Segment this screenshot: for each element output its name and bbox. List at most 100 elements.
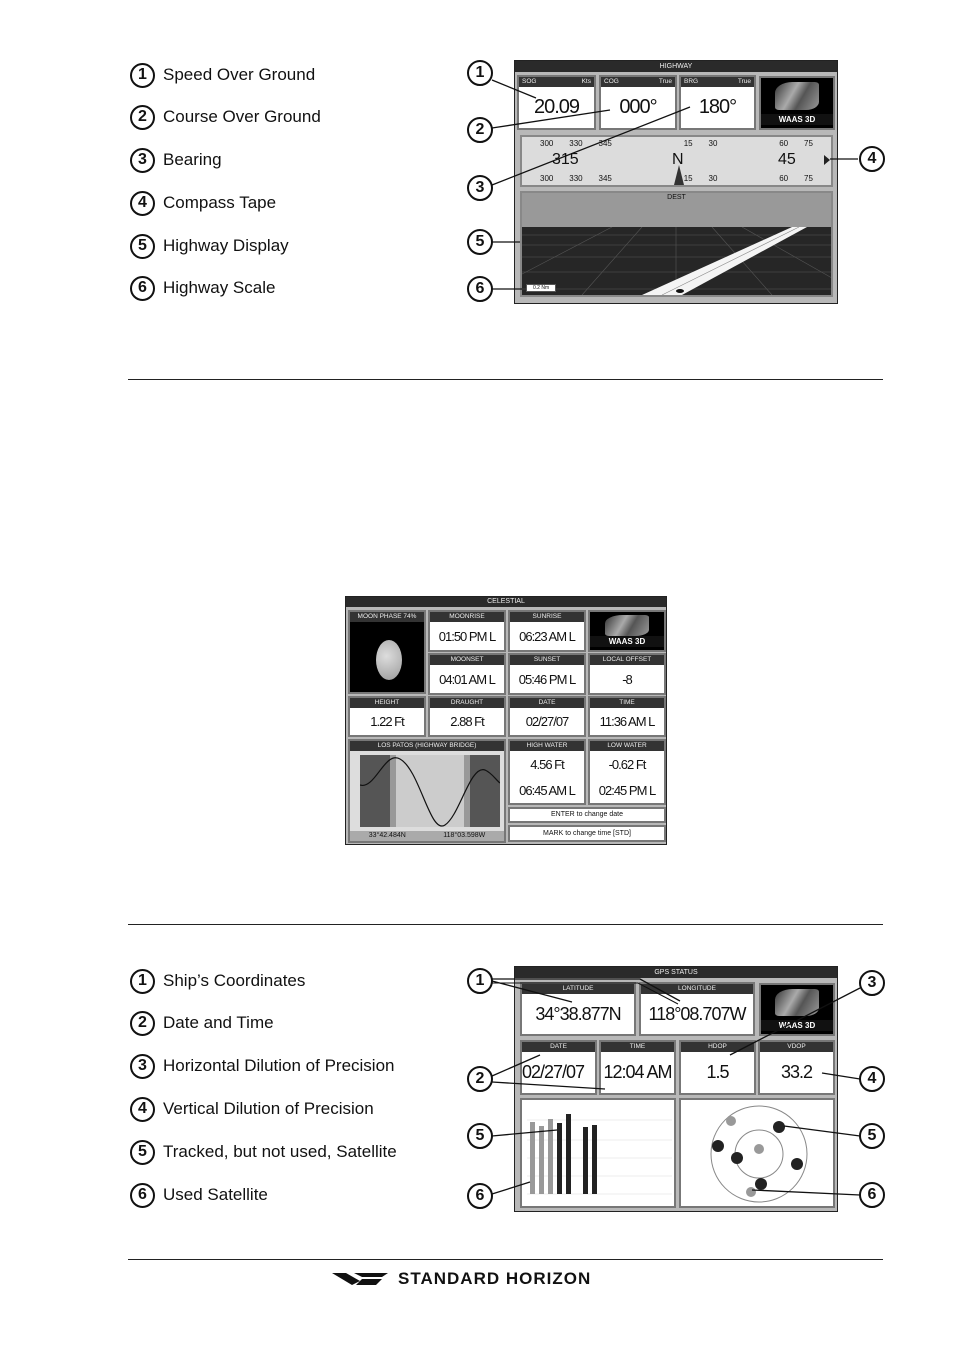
legend-label: Ship’s Coordinates <box>163 971 306 990</box>
moonset-label: MOONSET <box>430 655 504 665</box>
compass-top-ticks: 300 330 345 15 30 60 75 <box>522 139 831 148</box>
legend-label: Used Satellite <box>163 1185 268 1204</box>
brand-name: STANDARD HORIZON <box>398 1269 592 1288</box>
sog-label: SOG <box>522 78 537 85</box>
hdop-value: 1.5 <box>706 1062 729 1082</box>
moonset-value: 04:01 AM L <box>439 671 496 687</box>
tick-label: 60 <box>779 139 789 148</box>
callout-1: 1 <box>467 60 493 86</box>
high-water-time: 06:45 AM L <box>519 783 576 798</box>
legend-item: 4 Compass Tape <box>130 190 276 216</box>
vdop-label: VDOP <box>760 1042 833 1052</box>
callout-5: 5 <box>859 1123 885 1149</box>
brg-value: 180° <box>698 96 737 118</box>
callout-5: 5 <box>467 1123 493 1149</box>
screen-title: CELESTIAL <box>346 597 666 607</box>
gps-status-screen: GPS STATUS LATITUDE 34°38.877N LONGITUDE 1… <box>514 966 838 1212</box>
number-badge: 4 <box>130 1096 155 1122</box>
compass-heading-left: 315 <box>552 151 579 168</box>
tick-label: 30 <box>708 174 718 183</box>
legend-item: 1 Speed Over Ground <box>130 62 315 88</box>
legend-label: Date and Time <box>163 1013 274 1032</box>
legend-item: 2 Course Over Ground <box>130 104 321 130</box>
legend-label: Compass Tape <box>163 193 277 212</box>
tide-coordinates: 33°42.484N 118°03.598W <box>350 831 504 841</box>
date-label: DATE <box>522 1042 595 1052</box>
waas-satellite-image: WAAS 3D <box>588 610 666 652</box>
tick-label: 75 <box>804 139 813 148</box>
local-offset-label: LOCAL OFFSET <box>590 655 664 665</box>
satellite-bar-unused <box>548 1119 553 1194</box>
tick-label: 330 <box>569 139 583 148</box>
highway-screen: HIGHWAY SOG Kts 20.09 COG True 000° BRG Tru… <box>514 60 838 304</box>
draught-box: DRAUGHT 2.88 Ft <box>428 696 506 737</box>
sog-unit: Kts <box>581 78 591 85</box>
satellite-signal-bars <box>520 1098 676 1208</box>
longitude-value: 118°08.707W <box>648 1003 747 1024</box>
legend-item: 1 Ship’s Coordinates <box>130 968 305 994</box>
sunrise-value: 06:23 AM L <box>519 628 576 644</box>
sunrise-label: SUNRISE <box>510 612 584 622</box>
date-label: DATE <box>510 698 584 708</box>
legend-item: 5 Highway Display <box>130 233 289 259</box>
cog-label: COG <box>604 78 619 85</box>
sog-value: 20.09 <box>533 96 580 118</box>
callout-6: 6 <box>859 1182 885 1208</box>
legend-label: Highway Scale <box>163 278 276 297</box>
callout-3: 3 <box>467 175 493 201</box>
tick-label: 15 <box>683 139 693 148</box>
legend-item: 6 Used Satellite <box>130 1182 268 1208</box>
highway-grid <box>522 227 831 295</box>
tick-label: 60 <box>779 174 789 183</box>
satellite-used <box>731 1152 743 1164</box>
compass-tape: 300 330 345 15 30 60 75 315 N 45 300 330 345 15 30… <box>520 135 833 187</box>
number-badge: 6 <box>130 1182 155 1208</box>
legend-label: Tracked, but not used, Satellite <box>163 1142 397 1161</box>
number-badge: 5 <box>130 233 155 259</box>
sog-box: SOG Kts 20.09 <box>517 75 596 130</box>
local-offset-box: LOCAL OFFSET -8 <box>588 653 666 695</box>
latitude-label: LATITUDE <box>522 984 634 994</box>
sunrise-box: SUNRISE 06:23 AM L <box>508 610 586 652</box>
legend-label: Highway Display <box>163 236 289 255</box>
number-badge: 1 <box>130 62 155 88</box>
moonset-box: MOONSET 04:01 AM L <box>428 653 506 695</box>
screen-title: HIGHWAY <box>515 61 837 72</box>
compass-bottom-ticks: 300 330 345 15 30 60 75 <box>522 174 831 183</box>
waas-satellite-image: WAAS 3D <box>759 76 835 130</box>
brand-logo: STANDARD HORIZON <box>332 1269 591 1289</box>
callout-1: 1 <box>467 968 493 994</box>
callout-6: 6 <box>467 1183 493 1209</box>
moonrise-box: MOONRISE 01:50 PM L <box>428 610 506 652</box>
legend-item: 6 Highway Scale <box>130 275 275 301</box>
legend-item: 3 Bearing <box>130 147 222 173</box>
arrow-right-icon <box>824 155 830 165</box>
legend-item: 2 Date and Time <box>130 1010 274 1036</box>
time-box: TIME 11:36 AM L <box>588 696 666 737</box>
date-value: 02/27/07 <box>525 714 570 729</box>
legend-label: Bearing <box>163 150 222 169</box>
celestial-screen: CELESTIAL MOON PHASE 74% MOONRISE 01:50 P… <box>345 596 667 845</box>
moon-phase-box: MOON PHASE 74% <box>348 610 426 694</box>
brg-box: BRG True 180° <box>679 75 756 130</box>
legend-label: Speed Over Ground <box>163 65 316 84</box>
draught-value: 2.88 Ft <box>450 714 484 729</box>
number-badge: 3 <box>130 147 155 173</box>
callout-4: 4 <box>859 146 885 172</box>
draught-label: DRAUGHT <box>430 698 504 708</box>
satellite-used <box>773 1121 785 1133</box>
number-badge: 4 <box>130 190 155 216</box>
signal-bar-chart <box>527 1114 672 1195</box>
tick-label: 345 <box>598 139 612 148</box>
tick-label: 300 <box>540 174 554 183</box>
cog-box: COG True 000° <box>599 75 677 130</box>
high-water-height: 4.56 Ft <box>530 757 564 772</box>
cog-value: 000° <box>619 96 657 118</box>
legend-item: 5 Tracked, but not used, Satellite <box>130 1139 397 1165</box>
hdop-box: HDOP 1.5 <box>679 1040 756 1095</box>
screen-title: GPS STATUS <box>515 967 837 978</box>
highway-scale: 0.2 Nm <box>526 284 557 292</box>
callout-4: 4 <box>859 1066 885 1092</box>
height-value: 1.22 Ft <box>370 714 404 729</box>
waas-label: WAAS 3D <box>590 636 664 647</box>
